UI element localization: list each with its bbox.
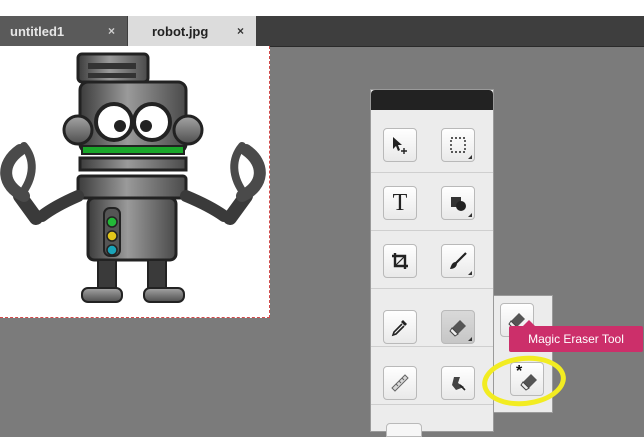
brush-icon [450,252,467,269]
shape-tool-button[interactable] [441,186,475,220]
tab-label: robot.jpg [152,23,209,39]
divider [371,404,493,405]
stamp-tool-button[interactable] [441,366,475,400]
close-tab-icon[interactable]: × [237,24,244,38]
move-tool-button[interactable] [383,128,417,162]
ruler-icon [391,374,409,392]
cursor-move-icon [393,137,407,154]
divider [371,230,493,231]
submenu-indicator [468,337,472,341]
stamp-icon [452,377,466,391]
shape-icon [451,197,466,211]
divider [371,288,493,289]
text-tool-button[interactable]: T [383,186,417,220]
crop-tool-button[interactable] [383,244,417,278]
tooltip-text: Magic Eraser Tool [528,332,624,346]
window-top-strip [0,0,644,16]
submenu-indicator [468,155,472,159]
tools-panel-header[interactable] [371,90,493,110]
brush-tool-button[interactable] [441,244,475,278]
marquee-tool-button[interactable] [441,128,475,162]
divider [371,172,493,173]
tab-label: untitled1 [10,23,65,39]
crop-icon [392,253,408,269]
robot-image [0,52,266,303]
eraser-tool-button[interactable] [441,310,475,344]
submenu-indicator [468,213,472,217]
close-tab-icon[interactable]: × [108,24,115,38]
submenu-indicator [468,271,472,275]
divider [371,346,493,347]
ruler-tool-button[interactable] [383,366,417,400]
image-canvas[interactable] [0,46,270,318]
eraser-icon [449,320,466,337]
eyedropper-icon [391,320,407,337]
tab-robot-jpg[interactable]: robot.jpg × [128,16,256,46]
tab-bar: untitled1 × robot.jpg × [0,16,644,47]
text-icon: T [392,189,408,216]
tool-tooltip: Magic Eraser Tool [509,320,643,352]
eyedropper-tool-button[interactable] [383,310,417,344]
more-tools-button[interactable] [386,423,422,437]
marquee-icon [450,137,466,153]
tab-untitled1[interactable]: untitled1 × [0,16,127,46]
